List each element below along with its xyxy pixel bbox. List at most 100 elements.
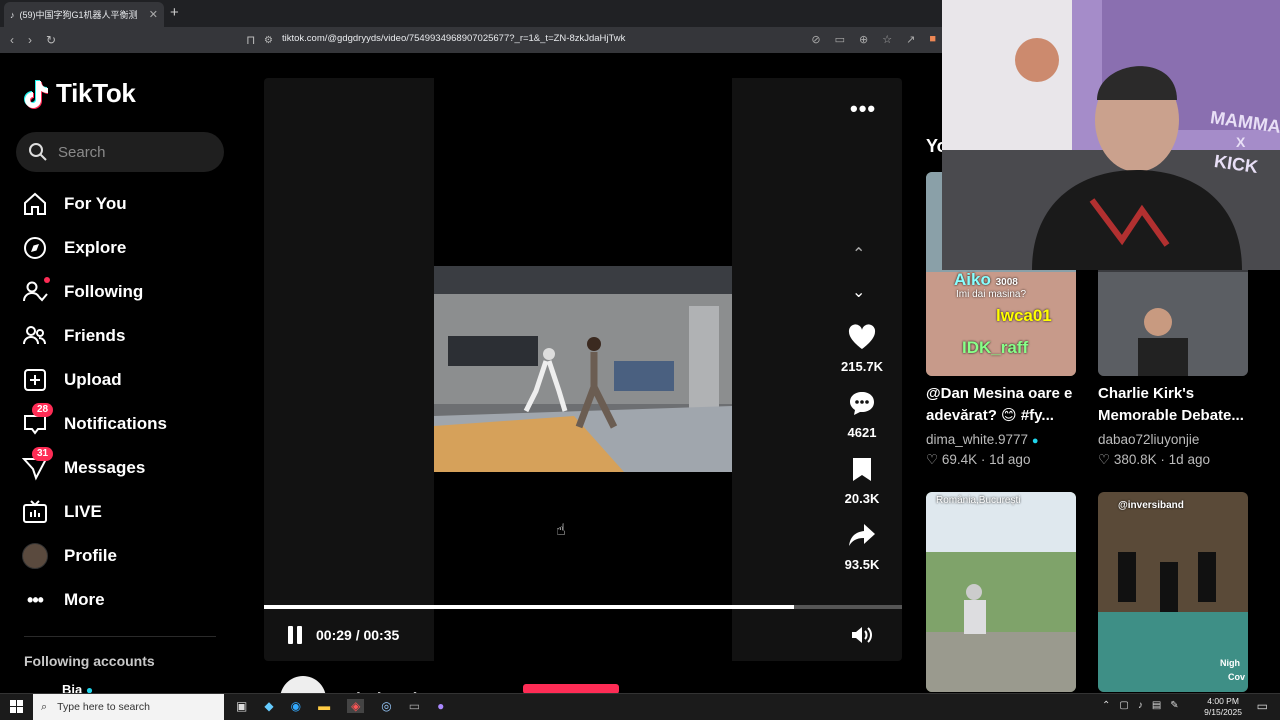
like-button[interactable]: 215.7K xyxy=(838,324,886,374)
clock-date: 9/15/2025 xyxy=(1204,707,1242,717)
star-icon[interactable]: ☆ xyxy=(882,33,892,46)
home-icon xyxy=(22,191,48,217)
tray-network-icon[interactable]: ▤ xyxy=(1152,700,1161,711)
url-text[interactable]: tiktok.com/@gdgdryyds/video/754993496890… xyxy=(282,33,625,44)
sidebar-item-live[interactable]: LIVE xyxy=(22,490,232,534)
tray-chevron-icon[interactable]: ⌃ xyxy=(1102,700,1110,711)
taskbar-search-placeholder: Type here to search xyxy=(57,701,150,713)
media-icon[interactable]: ⊘ xyxy=(811,33,820,46)
next-video-icon[interactable]: ⌄ xyxy=(852,282,865,302)
sidebar-nav: For You Explore Following Friends Upload… xyxy=(22,182,232,622)
video-card-3-thumbnail[interactable]: România,București xyxy=(926,492,1076,692)
send-icon: 31 xyxy=(22,447,54,481)
video-card-2-meta: ♡ 380.8K · 1d ago xyxy=(1098,452,1210,467)
heart-outline-icon: ♡ xyxy=(926,452,939,467)
sidebar-item-label: Friends xyxy=(64,326,126,345)
sidebar-item-notifications[interactable]: 28 Notifications xyxy=(22,402,232,446)
pause-button[interactable] xyxy=(288,626,302,644)
screen-icon[interactable]: ▭ xyxy=(835,33,845,46)
video-progress-fill xyxy=(264,605,794,609)
sidebar-item-profile[interactable]: Profile xyxy=(22,534,232,578)
video-frame[interactable] xyxy=(434,266,732,472)
tiktok-note-icon xyxy=(22,79,49,109)
friends-icon xyxy=(22,323,48,349)
taskbar-search-input[interactable]: ⌕ Type here to search xyxy=(33,694,224,720)
card-likes: 69.4K xyxy=(941,452,978,467)
tray-pen-icon[interactable]: ✎ xyxy=(1170,700,1178,711)
windows-start-icon[interactable] xyxy=(10,700,23,718)
extension-icon[interactable]: ■ xyxy=(929,33,936,46)
comment-icon xyxy=(850,392,874,415)
new-tab-button[interactable]: + xyxy=(170,4,179,21)
video-card-2-title[interactable]: Charlie Kirk's Memorable Debate... xyxy=(1098,383,1248,427)
sidebar-item-messages[interactable]: 31 Messages xyxy=(22,446,232,490)
discord-icon[interactable]: ● xyxy=(437,699,444,713)
edge-icon[interactable]: ◉ xyxy=(291,699,301,713)
card-caption-cov: Cov xyxy=(1228,672,1246,682)
browser-tab[interactable]: ♪ (59)中国字狗G1机器人平衡测 ✕ xyxy=(4,2,164,27)
chat-overlay-2: lwca01 xyxy=(996,306,1052,325)
notification-center-icon[interactable]: ▭ xyxy=(1257,699,1268,713)
sidebar-item-for-you[interactable]: For You xyxy=(22,182,232,226)
sidebar-item-following[interactable]: Following xyxy=(22,270,232,314)
more-options-icon[interactable]: ••• xyxy=(850,96,876,122)
forward-icon[interactable]: › xyxy=(28,33,32,47)
terminal-icon[interactable]: ▭ xyxy=(409,699,420,713)
copilot-icon[interactable]: ◆ xyxy=(264,699,273,713)
video-card-2-author[interactable]: dabao72liuyonjie xyxy=(1098,432,1199,447)
card-age: 1d ago xyxy=(1168,452,1210,467)
steam-icon[interactable]: ◎ xyxy=(381,699,391,713)
search-placeholder: Search xyxy=(58,143,106,161)
browser-app-icon[interactable]: ◈ xyxy=(347,699,365,713)
taskbar-apps: ▣ ◆ ◉ ▬ ◈ ◎ ▭ ● xyxy=(236,699,444,713)
sidebar-divider xyxy=(24,636,216,637)
system-tray-icons: ⌃ ▢ ♪ ▤ ✎ xyxy=(1102,700,1179,711)
volume-icon[interactable] xyxy=(850,625,874,650)
previous-video-icon[interactable]: ⌃ xyxy=(852,244,865,264)
heart-icon xyxy=(848,324,876,349)
more-dots-icon: ••• xyxy=(27,589,44,610)
video-card-1-title[interactable]: @Dan Mesina oare e adevărat? 😊 #fy... xyxy=(926,383,1086,427)
chat-overlay-1: Aiko 3008 xyxy=(954,270,1018,289)
back-icon[interactable]: ‹ xyxy=(10,33,14,47)
share-count: 93.5K xyxy=(844,557,880,572)
upload-icon xyxy=(22,367,48,393)
tiktok-wordmark: TikTok xyxy=(56,78,136,108)
close-tab-icon[interactable]: ✕ xyxy=(149,8,158,21)
sidebar-item-more[interactable]: ••• More xyxy=(22,578,232,622)
sidebar-item-explore[interactable]: Explore xyxy=(22,226,232,270)
browser-tab-bar: ♪ (59)中国字狗G1机器人平衡测 ✕ + xyxy=(0,0,942,27)
bookmark-icon[interactable]: ⊓ xyxy=(246,33,255,47)
sidebar-item-upload[interactable]: Upload xyxy=(22,358,232,402)
tray-app-icon[interactable]: ▢ xyxy=(1119,700,1128,711)
heart-outline-icon: ♡ xyxy=(1098,452,1111,467)
card-location-caption: România,București xyxy=(936,495,1021,506)
tray-volume-icon[interactable]: ♪ xyxy=(1138,700,1143,711)
sidebar-item-label: Explore xyxy=(64,238,127,257)
card-handle-caption: @inversiband xyxy=(1118,500,1184,511)
bookmark-icon xyxy=(853,458,871,481)
notification-dot xyxy=(44,277,50,283)
site-info-icon[interactable]: ⚙ xyxy=(264,35,273,46)
reload-icon[interactable]: ↻ xyxy=(46,33,56,47)
live-tv-icon xyxy=(22,499,48,525)
taskbar-clock[interactable]: 4:00 PM 9/15/2025 xyxy=(1204,696,1242,718)
zoom-icon[interactable]: ⊕ xyxy=(859,33,868,46)
save-button[interactable]: 20.3K xyxy=(838,456,886,506)
share-button[interactable]: 93.5K xyxy=(838,522,886,572)
clock-time: 4:00 PM xyxy=(1207,696,1239,706)
verified-icon: ● xyxy=(1031,435,1039,447)
task-view-icon[interactable]: ▣ xyxy=(236,699,247,713)
tiktok-favicon-icon: ♪ xyxy=(10,9,15,20)
share-icon[interactable]: ↗ xyxy=(906,33,915,46)
share-icon xyxy=(849,524,875,546)
file-explorer-icon[interactable]: ▬ xyxy=(318,699,330,713)
video-card-1-author[interactable]: dima_white.9777 ● xyxy=(926,432,1039,447)
sidebar-item-friends[interactable]: Friends xyxy=(22,314,232,358)
card-likes: 380.8K xyxy=(1113,452,1157,467)
tab-title: (59)中国字狗G1机器人平衡测 xyxy=(19,10,138,20)
tiktok-logo[interactable]: TikTok xyxy=(22,78,136,109)
search-input[interactable]: Search xyxy=(16,132,224,172)
video-card-4-thumbnail[interactable]: @inversiband Nigh Cov xyxy=(1098,492,1248,692)
comment-button[interactable]: 4621 xyxy=(838,390,886,440)
